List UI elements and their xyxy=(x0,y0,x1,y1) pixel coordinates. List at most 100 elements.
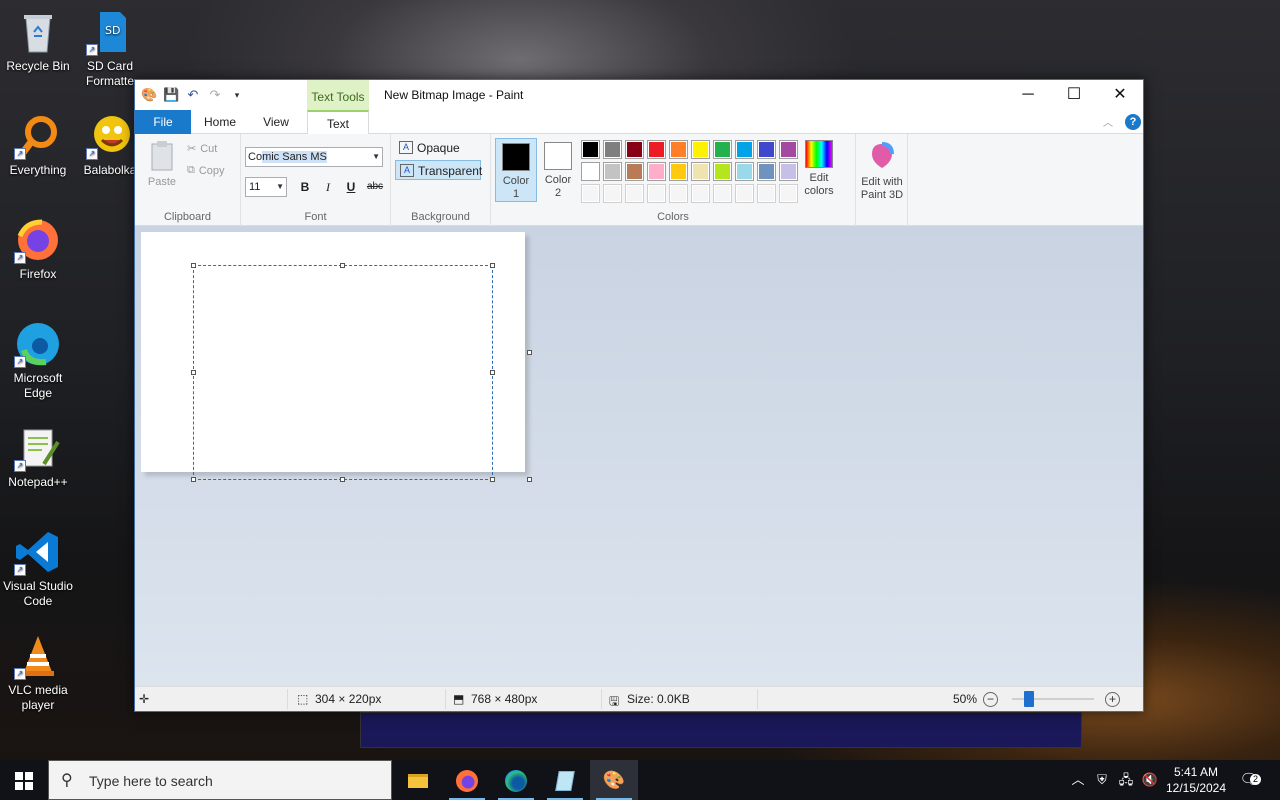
start-button[interactable] xyxy=(0,760,48,800)
canvas-workspace[interactable] xyxy=(135,226,1143,687)
palette-swatch[interactable] xyxy=(691,184,710,203)
palette-swatch[interactable] xyxy=(581,140,600,159)
palette-swatch[interactable] xyxy=(647,140,666,159)
close-button[interactable]: ✕ xyxy=(1097,80,1143,110)
color1-button[interactable]: Color 1 xyxy=(495,138,537,202)
text-box-handle[interactable] xyxy=(191,370,196,375)
underline-button[interactable]: U xyxy=(341,178,361,196)
palette-swatch[interactable] xyxy=(603,140,622,159)
palette-swatch[interactable] xyxy=(757,184,776,203)
copy-button[interactable]: ⧉ Copy xyxy=(187,164,225,177)
taskbar-paint[interactable]: 🎨 xyxy=(590,760,638,800)
cut-button[interactable]: ✂ Cut xyxy=(187,142,217,156)
network-icon[interactable]: 🖧 xyxy=(1116,760,1136,800)
taskbar-firefox[interactable] xyxy=(443,760,491,800)
zoom-in-button[interactable]: + xyxy=(1105,692,1120,707)
text-box-handle[interactable] xyxy=(490,263,495,268)
desktop-icon-notepadpp[interactable]: ↗ Notepad++ xyxy=(0,424,76,490)
palette-swatch[interactable] xyxy=(669,184,688,203)
strikethrough-button[interactable]: abc xyxy=(365,178,385,196)
canvas-resize-handle[interactable] xyxy=(527,477,532,482)
title-bar: 🎨 💾 ↶ ↷ ▾ Text Tools New Bitmap Image - … xyxy=(135,80,1143,110)
palette-swatch[interactable] xyxy=(735,184,754,203)
desktop-icon-vlc[interactable]: ↗ VLC media player xyxy=(0,632,76,713)
taskbar-search-box[interactable]: ⚲ Type here to search xyxy=(48,760,392,800)
font-size-dropdown[interactable]: 11 ▼ xyxy=(245,177,287,197)
palette-swatch[interactable] xyxy=(735,140,754,159)
italic-button[interactable]: I xyxy=(318,178,338,196)
palette-swatch[interactable] xyxy=(779,140,798,159)
collapse-ribbon-icon[interactable]: ︿ xyxy=(1103,114,1113,129)
text-box-handle[interactable] xyxy=(490,477,495,482)
notification-center-button[interactable]: 🗨 2 xyxy=(1236,760,1262,800)
palette-swatch[interactable] xyxy=(603,162,622,181)
palette-swatch[interactable] xyxy=(669,162,688,181)
help-icon[interactable]: ? xyxy=(1125,114,1141,130)
text-box-handle[interactable] xyxy=(340,263,345,268)
palette-swatch[interactable] xyxy=(669,140,688,159)
volume-muted-icon[interactable]: 🔇 xyxy=(1140,760,1160,800)
palette-swatch[interactable] xyxy=(647,184,666,203)
text-box-handle[interactable] xyxy=(191,477,196,482)
recycle-bin-icon xyxy=(14,8,62,56)
undo-icon[interactable]: ↶ xyxy=(185,87,201,103)
bold-button[interactable]: B xyxy=(295,178,315,196)
edit-colors-button[interactable]: Edit colors xyxy=(799,140,839,198)
palette-swatch[interactable] xyxy=(625,162,644,181)
text-box-handle[interactable] xyxy=(191,263,196,268)
palette-swatch[interactable] xyxy=(779,162,798,181)
redo-icon[interactable]: ↷ xyxy=(207,87,223,103)
palette-swatch[interactable] xyxy=(757,140,776,159)
palette-swatch[interactable] xyxy=(603,184,622,203)
show-hidden-icons-button[interactable]: ︿ xyxy=(1068,760,1088,800)
paint-app-icon[interactable]: 🎨 xyxy=(141,87,157,103)
desktop-icon-vscode[interactable]: ↗ Visual Studio Code xyxy=(0,528,76,609)
palette-swatch[interactable] xyxy=(757,162,776,181)
palette-swatch[interactable] xyxy=(713,162,732,181)
desktop-icon-everything[interactable]: ↗ Everything xyxy=(0,112,76,178)
transparent-option[interactable]: A Transparent xyxy=(395,160,482,180)
palette-swatch[interactable] xyxy=(625,140,644,159)
taskbar-edge[interactable] xyxy=(492,760,540,800)
font-family-dropdown[interactable]: Comic Sans MS ▼ xyxy=(245,147,383,167)
canvas-resize-handle[interactable] xyxy=(527,350,532,355)
palette-swatch[interactable] xyxy=(691,140,710,159)
opaque-option[interactable]: A Opaque xyxy=(395,138,481,158)
desktop-icon-sd-card[interactable]: SD ↗ SD Card Formatte xyxy=(72,8,148,89)
palette-swatch[interactable] xyxy=(647,162,666,181)
taskbar-file-explorer[interactable] xyxy=(394,760,442,800)
palette-swatch[interactable] xyxy=(713,184,732,203)
drawing-canvas[interactable] xyxy=(141,232,532,482)
palette-swatch[interactable] xyxy=(625,184,644,203)
text-box-handle[interactable] xyxy=(340,477,345,482)
desktop-icon-edge[interactable]: ↗ Microsoft Edge xyxy=(0,320,76,401)
palette-swatch[interactable] xyxy=(691,162,710,181)
tab-home[interactable]: Home xyxy=(195,110,245,134)
palette-swatch[interactable] xyxy=(581,162,600,181)
palette-swatch[interactable] xyxy=(779,184,798,203)
taskbar-clock[interactable]: 5:41 AM 12/15/2024 xyxy=(1164,764,1228,796)
tab-text[interactable]: Text xyxy=(307,110,369,135)
desktop-icon-recycle-bin[interactable]: Recycle Bin xyxy=(0,8,76,74)
maximize-button[interactable]: ☐ xyxy=(1051,80,1097,110)
zoom-out-button[interactable]: − xyxy=(983,692,998,707)
color2-button[interactable]: Color 2 xyxy=(537,138,579,202)
save-icon[interactable]: 💾 xyxy=(163,87,179,103)
text-box-handle[interactable] xyxy=(490,370,495,375)
palette-swatch[interactable] xyxy=(713,140,732,159)
minimize-button[interactable]: ─ xyxy=(1005,80,1051,110)
security-tray-icon[interactable]: ⛨ xyxy=(1092,760,1112,800)
edit-with-paint3d-button[interactable]: Edit with Paint 3D xyxy=(856,140,908,202)
taskbar-notepad[interactable] xyxy=(541,760,589,800)
tab-file[interactable]: File xyxy=(135,110,191,134)
palette-swatch[interactable] xyxy=(735,162,754,181)
quick-access-toolbar: 🎨 💾 ↶ ↷ ▾ xyxy=(141,87,245,103)
zoom-slider-thumb[interactable] xyxy=(1024,691,1034,707)
customize-toolbar-icon[interactable]: ▾ xyxy=(229,87,245,103)
palette-swatch[interactable] xyxy=(581,184,600,203)
text-box-selection[interactable] xyxy=(193,265,493,480)
paste-button[interactable]: Paste xyxy=(141,140,183,189)
divider xyxy=(757,689,758,709)
tab-view[interactable]: View xyxy=(253,110,299,134)
desktop-icon-firefox[interactable]: ↗ Firefox xyxy=(0,216,76,282)
